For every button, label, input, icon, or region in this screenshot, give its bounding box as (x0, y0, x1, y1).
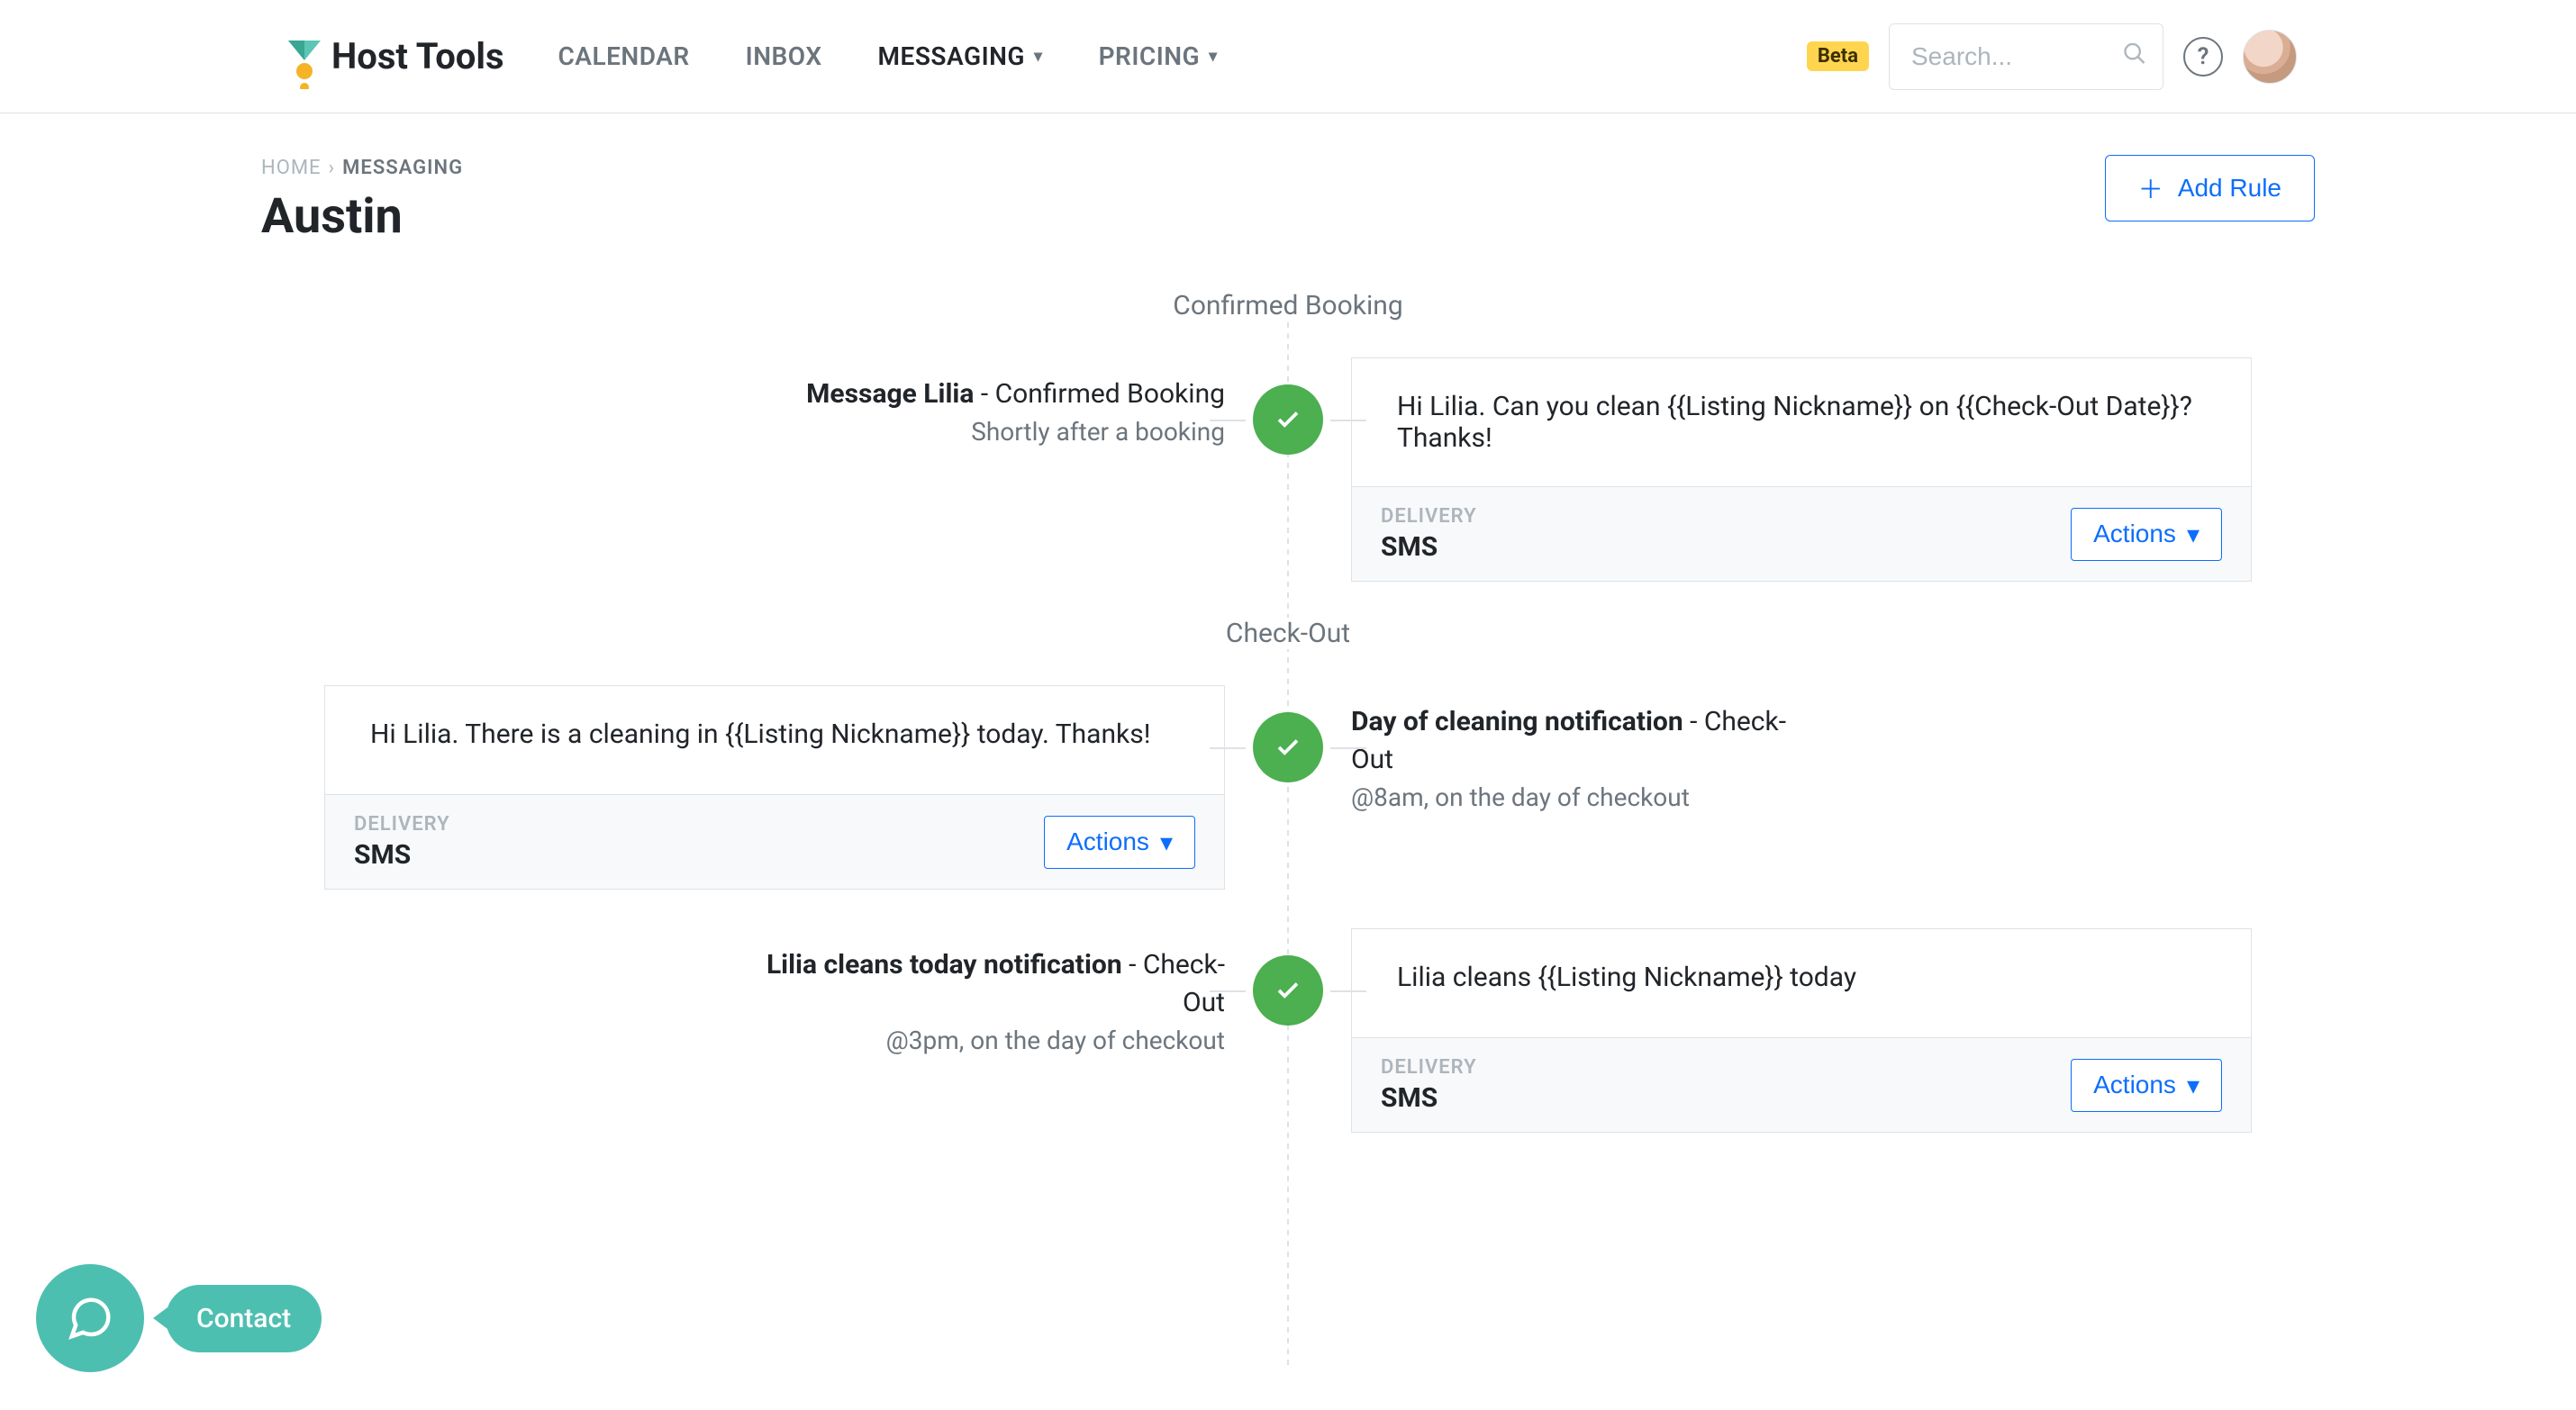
nav-pricing[interactable]: PRICING ▾ (1099, 41, 1218, 71)
breadcrumb-messaging[interactable]: MESSAGING (342, 157, 463, 179)
message-card: Hi Lilia. Can you clean {{Listing Nickna… (1351, 357, 2252, 582)
nav-inbox[interactable]: INBOX (746, 41, 822, 71)
event-title-strong: Day of cleaning notification (1351, 706, 1683, 737)
chevron-right-icon: › (329, 157, 336, 179)
breadcrumb: HOME › MESSAGING (261, 157, 2315, 179)
search-icon (2122, 41, 2147, 72)
delivery-value: SMS (354, 839, 450, 871)
event-subtitle: @3pm, on the day of checkout (757, 1026, 1225, 1055)
chat-launcher-button[interactable] (36, 1264, 144, 1372)
event-meta: Day of cleaning notification - Check-Out… (1351, 685, 1819, 812)
chat-widget: Contact (36, 1264, 322, 1372)
add-rule-label: Add Rule (2178, 174, 2281, 203)
event-row: Lilia cleans today notification - Check-… (261, 928, 2315, 1135)
actions-label: Actions (2093, 1071, 2176, 1099)
beta-badge: Beta (1807, 41, 1869, 71)
nav-inbox-label: INBOX (746, 41, 822, 71)
timeline-node-check-icon (1253, 955, 1323, 1026)
message-card: Hi Lilia. There is a cleaning in {{Listi… (324, 685, 1225, 890)
add-rule-button[interactable]: ＋ Add Rule (2105, 155, 2315, 221)
brand-name: Host Tools (331, 35, 504, 77)
actions-button[interactable]: Actions ▾ (2071, 1059, 2222, 1112)
chevron-down-icon: ▾ (1034, 47, 1043, 66)
event-title-strong: Message Lilia (806, 378, 974, 410)
event-meta: Message Lilia - Confirmed Booking Shortl… (806, 357, 1225, 447)
actions-label: Actions (1066, 827, 1149, 856)
delivery-label: DELIVERY (1381, 1056, 1477, 1079)
event-title: Lilia cleans today notification - Check-… (757, 946, 1225, 1022)
actions-label: Actions (2093, 520, 2176, 548)
brand-logo-icon (288, 41, 321, 73)
delivery-label: DELIVERY (354, 813, 450, 836)
card-footer: DELIVERY SMS Actions ▾ (1352, 1037, 2251, 1132)
brand[interactable]: Host Tools (288, 35, 504, 77)
message-card: Lilia cleans {{Listing Nickname}} today … (1351, 928, 2252, 1133)
event-title-rest: - Confirmed Booking (974, 378, 1225, 410)
actions-button[interactable]: Actions ▾ (1044, 816, 1195, 869)
chat-contact-label: Contact (196, 1303, 291, 1334)
timeline-node-check-icon (1253, 384, 1323, 455)
card-footer: DELIVERY SMS Actions ▾ (1352, 486, 2251, 581)
top-nav: Host Tools CALENDAR INBOX MESSAGING ▾ PR… (0, 0, 2576, 113)
event-title: Message Lilia - Confirmed Booking (806, 375, 1225, 413)
search-wrap (1889, 23, 2163, 90)
message-body: Hi Lilia. There is a cleaning in {{Listi… (325, 686, 1224, 794)
nav-calendar[interactable]: CALENDAR (558, 41, 690, 71)
message-body: Hi Lilia. Can you clean {{Listing Nickna… (1352, 358, 2251, 486)
delivery-label: DELIVERY (1381, 505, 1477, 528)
page-container: HOME › MESSAGING Austin ＋ Add Rule ▾ Con… (261, 113, 2315, 1370)
chat-contact-pill[interactable]: Contact (166, 1285, 322, 1352)
nav-messaging-label: MESSAGING (878, 41, 1025, 71)
event-row: Hi Lilia. There is a cleaning in {{Listi… (261, 685, 2315, 892)
delivery-value: SMS (1381, 531, 1477, 563)
event-meta: Lilia cleans today notification - Check-… (757, 928, 1225, 1055)
message-body: Lilia cleans {{Listing Nickname}} today (1352, 929, 2251, 1037)
nav-calendar-label: CALENDAR (558, 41, 690, 71)
user-avatar[interactable] (2243, 30, 2297, 84)
event-title-rest: - Check-Out (1122, 949, 1225, 1018)
timeline: ▾ Confirmed Booking Message Lilia - Conf… (261, 290, 2315, 1370)
section-confirmed-booking: Confirmed Booking (1155, 290, 1420, 321)
nav-messaging[interactable]: MESSAGING ▾ (878, 41, 1043, 71)
nav-right: Beta ? (1807, 23, 2297, 90)
event-row: Message Lilia - Confirmed Booking Shortl… (261, 357, 2315, 582)
page-title: Austin (261, 188, 2315, 245)
timeline-node-check-icon (1253, 712, 1323, 782)
main-nav: CALENDAR INBOX MESSAGING ▾ PRICING ▾ (558, 41, 1218, 71)
event-title: Day of cleaning notification - Check-Out (1351, 703, 1819, 779)
section-check-out: Check-Out (1208, 618, 1368, 649)
delivery-value: SMS (1381, 1082, 1477, 1114)
event-title-strong: Lilia cleans today notification (766, 949, 1122, 981)
card-footer: DELIVERY SMS Actions ▾ (325, 794, 1224, 889)
plus-icon: ＋ (2138, 170, 2163, 206)
help-icon[interactable]: ? (2183, 37, 2223, 77)
chevron-down-icon: ▾ (2187, 1071, 2200, 1100)
breadcrumb-home[interactable]: HOME (261, 157, 322, 179)
event-subtitle: Shortly after a booking (806, 417, 1225, 447)
chevron-down-icon: ▾ (2187, 520, 2200, 549)
actions-button[interactable]: Actions ▾ (2071, 508, 2222, 561)
chevron-down-icon: ▾ (1209, 47, 1218, 66)
event-subtitle: @8am, on the day of checkout (1351, 782, 1819, 812)
nav-pricing-label: PRICING (1099, 41, 1201, 71)
chevron-down-icon: ▾ (1160, 827, 1173, 857)
